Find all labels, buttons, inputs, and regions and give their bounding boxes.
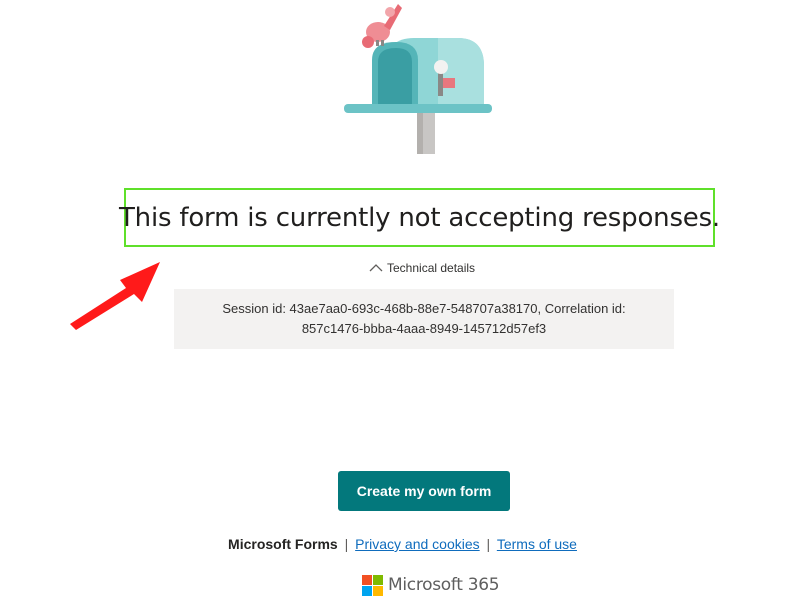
footer-links: Microsoft Forms | Privacy and cookies | … [0,536,805,552]
privacy-and-cookies-link[interactable]: Privacy and cookies [355,536,480,552]
footer-separator: | [486,536,491,552]
session-correlation-text: Session id: 43ae7aa0-693c-468b-88e7-5487… [222,301,626,336]
message-highlight-box: This form is currently not accepting res… [119,188,720,247]
microsoft-logo-icon [362,574,383,596]
terms-of-use-link[interactable]: Terms of use [497,536,577,552]
technical-details-label: Technical details [387,261,476,275]
footer-separator: | [344,536,349,552]
form-closed-message: This form is currently not accepting res… [118,202,721,233]
mailbox-illustration [344,4,492,154]
red-arrow-annotation [70,262,160,330]
chevron-up-icon [369,264,383,272]
microsoft-365-label: Microsoft 365 [388,575,500,595]
footer-brand: Microsoft Forms [228,536,338,552]
technical-details-toggle[interactable]: Technical details [369,259,475,277]
microsoft-365-logo: Microsoft 365 [362,573,500,597]
create-my-own-form-button[interactable]: Create my own form [338,471,510,511]
technical-details-panel: Session id: 43ae7aa0-693c-468b-88e7-5487… [174,289,674,349]
